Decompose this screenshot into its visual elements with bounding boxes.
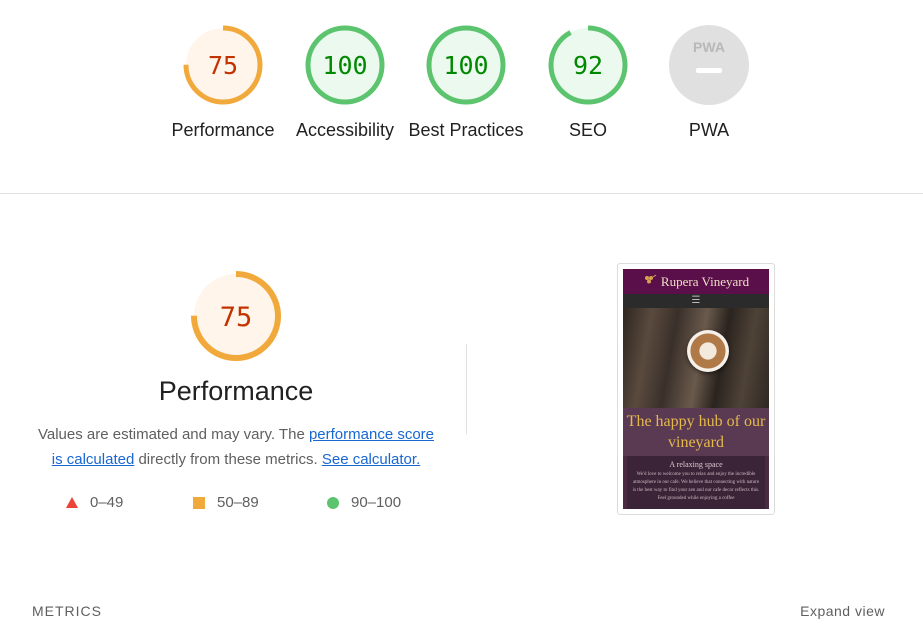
triangle-icon xyxy=(66,497,78,508)
performance-gauge-svg: 75 xyxy=(183,25,263,105)
screenshot-image: Rupera Vineyard ☰ The happy hub of our v… xyxy=(623,269,769,509)
gauge-best-practices[interactable]: 100 Best Practices xyxy=(406,24,526,143)
expand-view-toggle[interactable]: Expand view xyxy=(800,603,885,619)
pwa-badge: PWA xyxy=(669,25,749,105)
desc-prefix: Values are estimated and may vary. The xyxy=(37,426,309,443)
accessibility-gauge-svg: 100 xyxy=(305,25,385,105)
legend-average: 50–89 xyxy=(193,494,259,511)
square-icon xyxy=(193,496,205,509)
circle-icon xyxy=(327,496,339,509)
hero-image xyxy=(623,308,769,408)
score-legend: 0–49 50–89 90–100 xyxy=(0,494,470,514)
site-section: A relaxing space We'd love to welcome yo… xyxy=(627,456,765,509)
performance-score: 75 xyxy=(208,51,238,80)
pwa-dash-icon xyxy=(696,68,722,73)
pwa-label: PWA xyxy=(688,120,730,140)
pwa-badge-text: PWA xyxy=(693,39,725,55)
category-scores-header: 75 Performance 100 Accessibility 100 Best P… xyxy=(0,0,923,194)
section-text: We'd love to welcome you to relax and en… xyxy=(632,472,760,501)
coffee-cup-image xyxy=(687,330,729,372)
performance-score-gauge: 75 xyxy=(188,268,284,364)
gauge-accessibility[interactable]: 100 Accessibility xyxy=(285,24,405,143)
desc-middle: directly from these metrics. xyxy=(134,451,322,468)
site-name: Rupera Vineyard xyxy=(660,273,750,289)
accessibility-score: 100 xyxy=(322,51,367,80)
best-practices-label: Best Practices xyxy=(408,120,524,140)
performance-score-value: 75 xyxy=(220,302,253,333)
final-screenshot[interactable]: Rupera Vineyard ☰ The happy hub of our v… xyxy=(617,263,775,515)
metrics-heading: METRICS xyxy=(32,603,102,619)
site-tagline: The happy hub of our vineyard xyxy=(623,408,769,456)
site-header: Rupera Vineyard xyxy=(623,269,769,294)
seo-score: 92 xyxy=(573,51,603,80)
performance-title: Performance xyxy=(158,376,314,406)
seo-gauge-svg: 92 xyxy=(548,25,628,105)
accessibility-label: Accessibility xyxy=(295,120,395,140)
section-heading: A relaxing space xyxy=(669,460,723,469)
best-practices-gauge-svg: 100 xyxy=(426,25,506,105)
gauge-pwa[interactable]: PWA PWA xyxy=(649,24,769,143)
see-calculator-link[interactable]: See calculator. xyxy=(322,451,420,468)
legend-pass: 90–100 xyxy=(327,494,401,511)
grape-logo-icon xyxy=(643,274,657,290)
performance-description: Values are estimated and may vary. The p… xyxy=(36,422,436,472)
legend-average-label: 50–89 xyxy=(217,494,259,511)
legend-fail-label: 0–49 xyxy=(90,494,124,511)
best-practices-score: 100 xyxy=(443,51,488,80)
gauge-seo[interactable]: 92 SEO xyxy=(528,24,648,143)
vertical-divider xyxy=(466,344,467,434)
seo-label: SEO xyxy=(568,120,607,140)
performance-label: Performance xyxy=(171,120,275,140)
legend-fail: 0–49 xyxy=(66,494,123,511)
gauge-performance[interactable]: 75 Performance xyxy=(163,24,283,143)
legend-pass-label: 90–100 xyxy=(351,494,402,511)
hamburger-icon: ☰ xyxy=(623,294,769,308)
